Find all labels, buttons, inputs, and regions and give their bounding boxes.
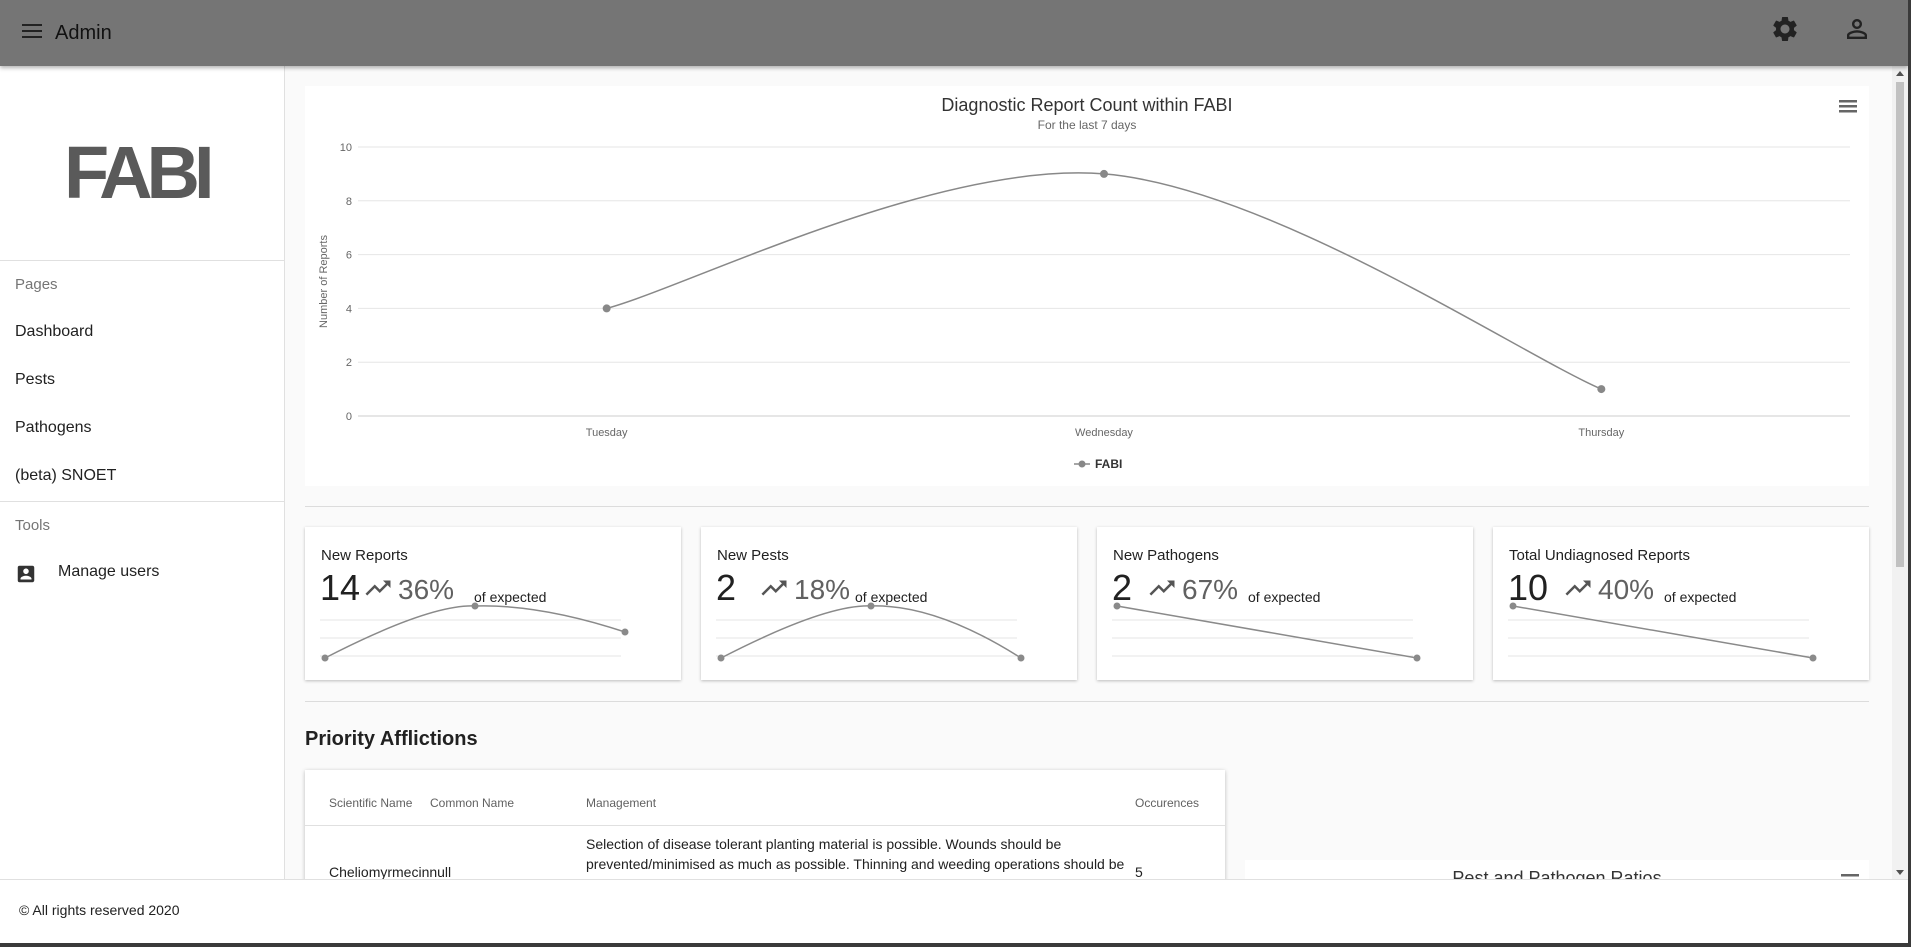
section-divider (305, 506, 1869, 507)
stat-card: New Pathogens 2 67% of expected (1097, 527, 1473, 680)
trending-up-icon (1563, 573, 1593, 605)
sparkline (1112, 602, 1421, 662)
sparkline-point (1509, 602, 1517, 610)
pages-subheader: Pages (15, 276, 58, 293)
data-point (602, 304, 611, 313)
column-header-occurences[interactable]: Occurences (1135, 796, 1199, 810)
table-header-divider (305, 825, 1225, 826)
priority-afflictions-title: Priority Afflictions (305, 728, 478, 750)
account-box-icon (15, 563, 37, 590)
y-tick-label: 0 (346, 411, 352, 423)
column-header-common-name[interactable]: Common Name (430, 796, 514, 810)
sparkline (1508, 602, 1817, 662)
chart-menu-icon[interactable] (1841, 872, 1859, 879)
ratio-chart-title: Pest and Pathogen Ratios (1452, 868, 1662, 879)
x-tick-label: Tuesday (586, 427, 628, 439)
scroll-up-arrow[interactable] (1896, 71, 1904, 76)
y-tick-label: 2 (346, 357, 352, 369)
sidebar-item-label: Dashboard (15, 323, 94, 340)
y-tick-label: 4 (346, 303, 352, 315)
sidebar-item-snoet[interactable]: (beta) SNOET (0, 455, 284, 499)
footer: © All rights reserved 2020 (0, 879, 1908, 943)
data-point (1597, 385, 1606, 394)
y-tick-label: 6 (346, 250, 352, 262)
section-divider (305, 701, 1869, 702)
sparkline-point (1809, 654, 1817, 662)
stat-title: New Reports (321, 547, 408, 564)
trending-up-icon (1147, 573, 1177, 605)
y-axis-label: Number of Reports (318, 235, 330, 328)
sparkline-line (720, 605, 1022, 659)
x-tick-label: Thursday (1578, 427, 1624, 439)
y-tick-label: 10 (340, 142, 352, 154)
sidebar-item-label: (beta) SNOET (15, 467, 117, 484)
sparkline-line (1512, 605, 1814, 659)
sidebar-divider (0, 260, 285, 261)
stat-card: New Pests 2 18% of expected (701, 527, 1077, 680)
column-header-scientific-name[interactable]: Scientific Name (329, 796, 412, 810)
legend-marker (1078, 460, 1086, 468)
sidebar-item-label: Pathogens (15, 419, 92, 436)
y-tick-label: 8 (346, 196, 352, 208)
sparkline-point (1413, 654, 1421, 662)
trending-up-icon (759, 573, 789, 605)
data-point (1100, 169, 1108, 178)
sparkline-point (471, 602, 479, 610)
cell-scientific-name: Cheliomyrmecinnull (329, 864, 452, 879)
report-count-chart: Diagnostic Report Count within FABI For … (305, 86, 1869, 486)
sidebar-item-label: Pests (15, 371, 56, 388)
sparkline-point (867, 602, 875, 610)
sidebar-item-label: Manage users (58, 563, 160, 580)
tools-subheader: Tools (15, 517, 51, 534)
menu-icon[interactable] (22, 24, 48, 44)
sparkline (320, 602, 629, 662)
sidebar-divider (0, 501, 285, 502)
copyright-text: © All rights reserved 2020 (19, 902, 180, 918)
sidebar: FABI Pages Dashboard Pests Pathogens (be… (0, 66, 285, 879)
sidebar-item-manage-users[interactable]: Manage users (0, 551, 284, 595)
cell-occurences: 5 (1135, 864, 1143, 879)
series-line-fabi (606, 172, 1602, 390)
sidebar-item-pathogens[interactable]: Pathogens (0, 407, 284, 451)
line-chart-plot: 0 2 4 6 8 10 Number of Reports Tuesday Wednesday… (318, 142, 1850, 471)
app-bar: Admin (0, 0, 1908, 66)
sparkline-point (321, 654, 329, 662)
fabi-logo: FABI (64, 131, 215, 214)
x-tick-label: Wednesday (1075, 427, 1133, 439)
sparkline-point (621, 628, 629, 636)
sparkline-point (1017, 654, 1025, 662)
sparkline (716, 602, 1025, 662)
pest-pathogen-ratio-chart: Pest and Pathogen Ratios (1245, 860, 1869, 879)
app-title: Admin (55, 22, 112, 44)
column-header-management[interactable]: Management (586, 796, 656, 810)
stat-card: New Reports 14 36% of expected (305, 527, 681, 680)
sparkline-line (1116, 605, 1418, 659)
scrollbar-thumb[interactable] (1896, 82, 1904, 567)
sidebar-item-dashboard[interactable]: Dashboard (0, 311, 284, 355)
main-content: Diagnostic Report Count within FABI For … (286, 66, 1892, 879)
gear-icon[interactable] (1770, 14, 1800, 44)
person-icon[interactable] (1842, 14, 1872, 44)
cell-management: Selection of disease tolerant planting m… (586, 836, 1125, 879)
stat-card: Total Undiagnosed Reports 10 40% of expecte… (1493, 527, 1869, 680)
scroll-down-arrow[interactable] (1896, 870, 1904, 875)
stat-title: New Pests (717, 547, 789, 564)
sparkline-line (324, 605, 626, 659)
priority-afflictions-table: Scientific Name Common Name Management O… (305, 770, 1225, 879)
sparkline-point (1113, 602, 1121, 610)
stat-title: New Pathogens (1113, 547, 1219, 564)
main-scrollbar[interactable] (1892, 66, 1908, 879)
trending-up-icon (363, 573, 393, 605)
app-window: Admin FABI Pages Dashboard Pests Pathoge… (0, 0, 1911, 947)
sidebar-item-pests[interactable]: Pests (0, 359, 284, 403)
sparkline-point (717, 654, 725, 662)
stat-title: Total Undiagnosed Reports (1509, 547, 1690, 564)
legend-label[interactable]: FABI (1095, 457, 1122, 471)
